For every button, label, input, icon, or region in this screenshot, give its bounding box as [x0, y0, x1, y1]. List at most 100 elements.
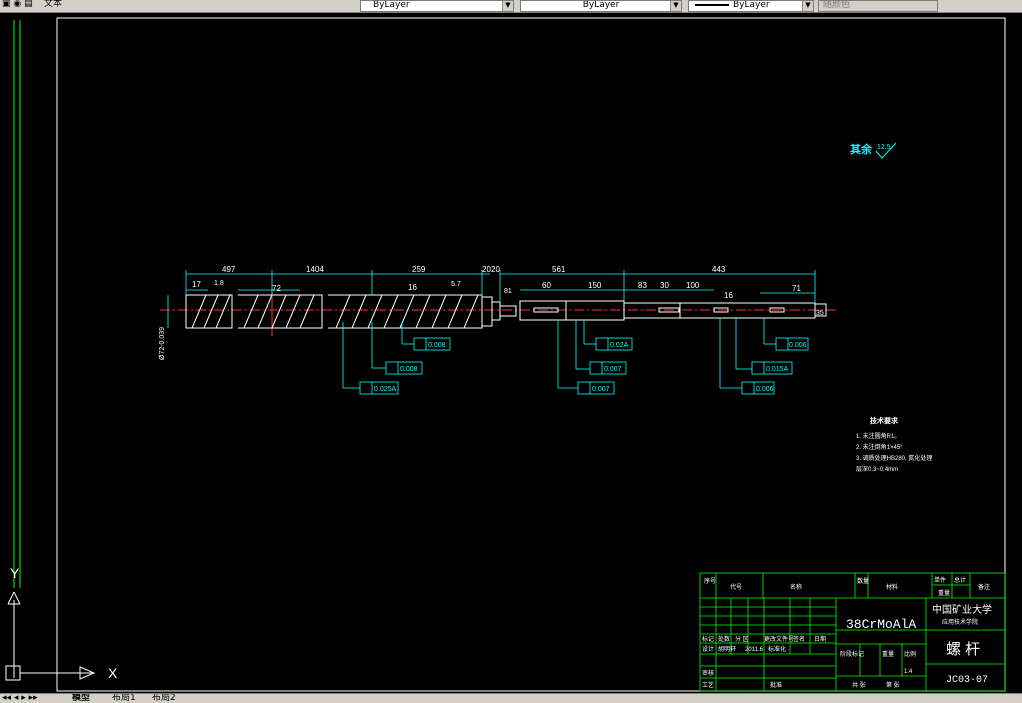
dim-16b-text: 16 [724, 291, 733, 300]
tb-process: 工艺 [702, 681, 714, 689]
dim-72-text: 72 [272, 284, 281, 293]
tb-weight: 重量 [882, 650, 894, 658]
dim-1404-text: 1404 [306, 265, 324, 274]
tol-text-3: 0.025A [374, 386, 397, 393]
ucs-y-label: Y [10, 565, 20, 581]
thread-flights-1 [191, 294, 231, 329]
tb-review: 审核 [702, 669, 714, 677]
tb-sheet: 第 张 [886, 681, 900, 689]
dim-60-text: 60 [542, 281, 551, 290]
dim-83-text: 83 [638, 281, 647, 290]
technical-notes: 技术要求 1. 未注圆角R1。 2. 未注倒角1×45° 3. 调质处理HB28… [856, 416, 932, 473]
roughness-value: 12.5 [877, 144, 891, 151]
tb-mark: 标记 [702, 635, 714, 643]
thread-flights-3 [335, 294, 479, 329]
notes-line-4: 层深0.3~0.4mm [856, 465, 898, 473]
tb-school: 中国矿业大学 [932, 603, 992, 616]
tb-standard: 标准化 [768, 645, 786, 653]
linetype-combo[interactable]: ByLayer ▼ [520, 0, 682, 12]
ucs-y-arrow-right [13, 591, 21, 605]
dimension-lines [167, 270, 816, 389]
tb-approve: 批准 [770, 681, 782, 689]
tb-outer [699, 572, 1006, 692]
chevron-down-icon[interactable]: ▼ [802, 1, 813, 11]
dim-561-text: 561 [552, 265, 566, 274]
dim-497-text: 497 [222, 265, 236, 274]
tb-col-material: 材料 [886, 583, 898, 591]
tol-text-6: 0.007 [592, 386, 610, 393]
tol-text-2: 0.008 [400, 366, 418, 373]
tb-stage: 阶段标记 [840, 650, 864, 658]
tol-text-8: 0.015A [766, 366, 789, 373]
thread-segment-3 [328, 294, 483, 329]
roughness-label: 其余 [850, 142, 873, 156]
lineweight-combo[interactable]: ByLayer ▼ [688, 0, 814, 12]
plotstyle-combo: 随颜色 [818, 0, 938, 12]
tb-design-date: 2011.6 [745, 647, 764, 653]
tb-part-name: 螺 杆 [946, 641, 980, 658]
tb-date: 日期 [814, 635, 826, 643]
title-block-grid [699, 572, 1006, 692]
tb-col-name: 名称 [790, 583, 802, 591]
shoulder [482, 296, 517, 327]
dim-259-text: 259 [412, 265, 426, 274]
tb-col-weight: 重量 [938, 589, 950, 597]
tol-text-7: 0.006 [789, 342, 807, 349]
tb-col-total: 总计 [954, 576, 966, 584]
model-space-canvas[interactable]: Y X 其余 12.5 17 497 1404 259 20 20 561 44… [0, 13, 1022, 693]
dim-17-text: 17 [192, 280, 201, 289]
tb-ratio: 比例 [904, 650, 916, 658]
dim-81-text: 81 [504, 288, 512, 295]
dim-100-text: 100 [686, 281, 700, 290]
tb-col-unit: 单件 [934, 576, 946, 584]
layer-combo-value: ByLayer [373, 0, 410, 10]
dim-150-text: 150 [588, 281, 602, 290]
plotstyle-combo-value: 随颜色 [823, 0, 851, 10]
chevron-down-icon[interactable]: ▼ [670, 1, 681, 11]
dim-35-text: 35 [816, 310, 824, 317]
notes-line-3: 3. 调质处理HB280, 氮化处理 [856, 454, 932, 462]
dim-20b-text: 20 [491, 265, 500, 274]
tb-design: 设计 [702, 645, 714, 653]
notes-line-1: 1. 未注圆角R1。 [856, 432, 900, 440]
dim-443-text: 443 [712, 265, 726, 274]
dim-5-7-text: 5.7 [451, 281, 461, 288]
ucs-icon [5, 20, 96, 681]
tb-col-seq: 序号 [704, 577, 716, 585]
text-style-label: 文本 [44, 0, 63, 9]
dim-71-text: 71 [792, 284, 801, 293]
chevron-down-icon[interactable]: ▼ [502, 1, 513, 11]
dim-30-text: 30 [660, 281, 669, 290]
notes-heading: 技术要求 [870, 416, 899, 425]
linetype-combo-value: ByLayer [582, 0, 620, 10]
tb-school-sub: 应用技术学院 [942, 618, 978, 626]
ucs-y-arrow-left [7, 591, 15, 605]
properties-toolbar: ▣ ◉ ▤ 文本 ByLayer ▼ ByLayer ▼ ByLayer ▼ 随… [0, 0, 1022, 13]
diameter-text: Ø72-0.039 [159, 327, 166, 360]
tb-material: 38CrMoAlA [846, 617, 916, 632]
tb-total: 共 张 [852, 681, 866, 689]
tb-scale: 1:4 [904, 669, 913, 675]
tol-text-5: 0.007 [604, 366, 622, 373]
notes-line-2: 2. 未注倒角1×45° [856, 443, 903, 451]
tol-text-4: 0.02A [610, 342, 629, 349]
tb-col-qty: 数量 [857, 577, 869, 585]
title-block: 序号 代号 名称 数量 材料 单件 总计 重量 备注 38CrMoAlA 中国矿… [699, 572, 1006, 692]
text-style-icon[interactable]: ▣ ◉ ▤ [2, 0, 33, 10]
tb-count: 处数 [718, 635, 730, 643]
lineweight-sample [695, 4, 729, 6]
dim-1-8-text: 1.8 [214, 280, 224, 287]
thread-segment-1 [185, 294, 233, 329]
drawing-border [56, 17, 1006, 692]
journal-section [519, 300, 625, 321]
tb-sign: 签名 [793, 635, 805, 643]
tb-drawing-no: JC03-07 [946, 675, 988, 686]
tb-col-note: 备注 [978, 583, 990, 591]
tb-change-no: 更改文件号 [764, 635, 794, 643]
layer-combo[interactable]: ByLayer ▼ [360, 0, 514, 12]
tb-zone: 分 区 [735, 635, 749, 643]
tol-text-9: 0.006 [756, 386, 774, 393]
thread-flights-2 [243, 294, 315, 329]
tb-col-code: 代号 [730, 583, 742, 591]
title-block-text: 序号 代号 名称 数量 材料 单件 总计 重量 备注 38CrMoAlA 中国矿… [702, 576, 992, 689]
